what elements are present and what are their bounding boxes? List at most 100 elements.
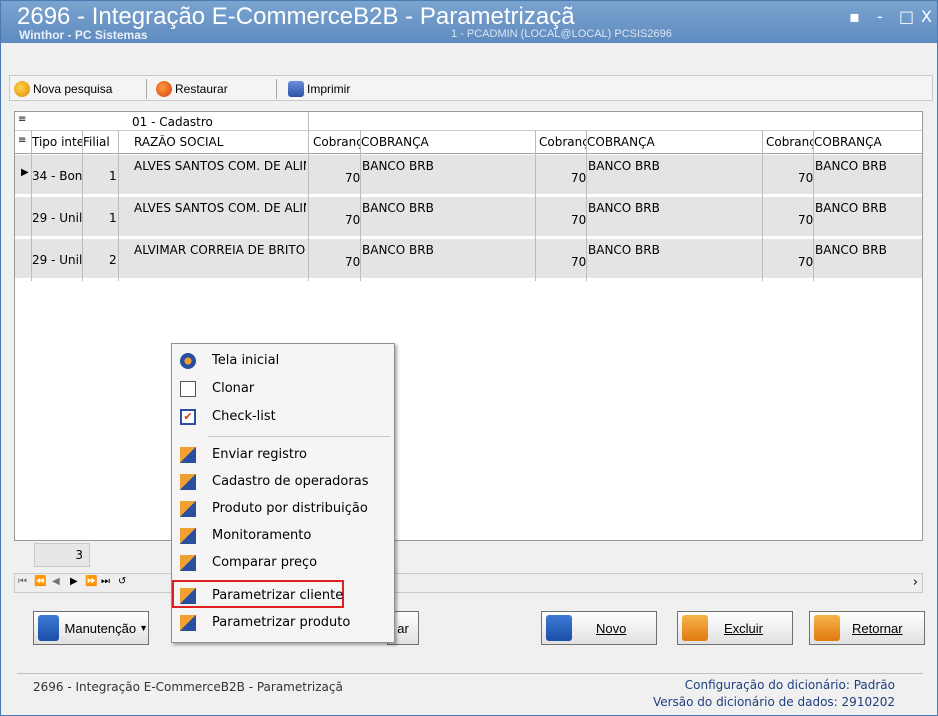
column-header[interactable]: COBRANÇA [814, 135, 914, 149]
restore-window-icon[interactable]: ▪ [849, 7, 860, 26]
band-header: ≡ 01 - Cadastro [15, 112, 922, 131]
excluir-label: Excluir [724, 620, 764, 636]
menu-item-parametrizar-cliente[interactable]: Parametrizar cliente [172, 580, 392, 609]
menu-item-label: Enviar registro [212, 447, 308, 462]
column-header[interactable]: Tipo inte [32, 135, 82, 149]
menu-item-label: Comparar preço [212, 555, 318, 570]
prev-record-icon[interactable]: ◀ [52, 576, 60, 587]
novo-button[interactable]: Novo [541, 611, 657, 645]
trash-icon [682, 615, 708, 641]
toolbar: Nova pesquisa Restaurar Imprimir [9, 75, 933, 101]
refresh-icon[interactable]: ↺ [118, 576, 126, 587]
close-button[interactable]: X [921, 7, 932, 26]
cell-filial[interactable]: 1 [109, 211, 117, 225]
cell-cobranca-code[interactable]: 70 [798, 255, 813, 269]
cell-filial[interactable]: 2 [109, 253, 117, 267]
print-button[interactable]: Imprimir [288, 79, 350, 99]
cell-cobranca-code[interactable]: 70 [798, 213, 813, 227]
column-header[interactable]: Cobranç [539, 135, 587, 149]
cell-cobranca-code[interactable]: 70 [571, 213, 586, 227]
restore-button[interactable]: Restaurar [156, 79, 228, 99]
first-record-icon[interactable]: ⏮ [18, 576, 27, 587]
last-record-icon[interactable]: ⏭ [101, 576, 110, 587]
menu-item-comparar-preco[interactable]: Comparar preço [174, 550, 392, 576]
menu-item-parametrizar-produto[interactable]: Parametrizar produto [174, 610, 392, 636]
prev-page-icon[interactable]: ⏪ [34, 576, 46, 587]
dropdown-arrow-icon[interactable]: ▼ [139, 623, 148, 633]
menu-item-monitoramento[interactable]: Monitoramento [174, 523, 392, 549]
table-row[interactable]: ▶ 34 - Bon 1 ALVES SANTOS COM. DE ALIN 7… [15, 155, 922, 195]
cell-razao-social[interactable]: ALVIMAR CORREIA DE BRITO [134, 243, 306, 257]
grid-line [813, 131, 814, 281]
restore-icon [156, 81, 172, 97]
window-subtitle: Winthor - PC Sistemas [19, 28, 148, 42]
menu-separator [208, 436, 390, 437]
column-chooser-icon[interactable]: ≡ [18, 135, 26, 146]
next-page-icon[interactable]: ⏩ [85, 576, 97, 587]
dict-version: Versão do dicionário de dados: 2910202 [653, 695, 895, 709]
manutencao-button[interactable]: Manutenção ▼ [33, 611, 149, 645]
cell-cobranca-code[interactable]: 70 [571, 255, 586, 269]
table-row[interactable]: 29 - Unil 2 ALVIMAR CORREIA DE BRITO 70 … [15, 239, 922, 279]
cell-tipo[interactable]: 34 - Bon [32, 169, 82, 183]
retornar-label: Retornar [852, 620, 903, 636]
column-header[interactable]: COBRANÇA [361, 135, 531, 149]
title-bar[interactable]: 2696 - Integração E-CommerceB2B - Parame… [1, 1, 937, 43]
scroll-right-icon[interactable]: › [913, 575, 918, 590]
cell-cobranca[interactable]: BANCO BRB [588, 243, 660, 257]
cell-cobranca[interactable]: BANCO BRB [815, 201, 887, 215]
column-header[interactable]: Cobranç [313, 135, 361, 149]
cell-cobranca[interactable]: BANCO BRB [588, 159, 660, 173]
maximize-button[interactable]: □ [899, 7, 914, 26]
clone-icon [180, 381, 196, 397]
cell-cobranca[interactable]: BANCO BRB [362, 201, 434, 215]
table-row[interactable]: 29 - Unil 1 ALVES SANTOS COM. DE ALIN 70… [15, 197, 922, 237]
minimize-button[interactable]: - [877, 7, 883, 26]
column-header[interactable]: Filial [83, 135, 117, 149]
cell-cobranca-code[interactable]: 70 [345, 171, 360, 185]
cell-tipo[interactable]: 29 - Unil [32, 211, 82, 225]
cell-cobranca-code[interactable]: 70 [345, 213, 360, 227]
cell-cobranca[interactable]: BANCO BRB [362, 159, 434, 173]
cell-cobranca-code[interactable]: 70 [345, 255, 360, 269]
menu-item-check-list[interactable]: ✔ Check-list [174, 404, 392, 430]
new-search-button[interactable]: Nova pesquisa [14, 79, 112, 99]
column-header[interactable]: COBRANÇA [587, 135, 757, 149]
cell-cobranca-code[interactable]: 70 [798, 171, 813, 185]
cell-cobranca[interactable]: BANCO BRB [588, 201, 660, 215]
menu-item-cadastro-operadoras[interactable]: Cadastro de operadoras [174, 469, 392, 495]
menu-item-label: Check-list [212, 409, 276, 424]
cell-tipo[interactable]: 29 - Unil [32, 253, 82, 267]
column-header[interactable]: RAZÃO SOCIAL [134, 135, 304, 149]
cell-cobranca[interactable]: BANCO BRB [815, 159, 887, 173]
cell-razao-social[interactable]: ALVES SANTOS COM. DE ALIN [134, 201, 306, 215]
data-grid[interactable]: ≡ 01 - Cadastro ≡ Tipo inte Filial RAZÃO… [14, 111, 923, 541]
next-record-icon[interactable]: ▶ [70, 576, 78, 587]
menu-item-clonar[interactable]: Clonar [174, 376, 392, 402]
grid-options-icon[interactable]: ≡ [18, 114, 26, 125]
cell-razao-social[interactable]: ALVES SANTOS COM. DE ALIN [134, 159, 306, 173]
folder-icon [180, 447, 196, 463]
folder-icon [180, 555, 196, 571]
grid-line [586, 131, 587, 281]
app-window: 2696 - Integração E-CommerceB2B - Parame… [0, 0, 938, 716]
status-bar: 2696 - Integração E-CommerceB2B - Parame… [17, 673, 923, 713]
column-header[interactable]: Cobranç [766, 135, 814, 149]
menu-item-enviar-registro[interactable]: Enviar registro [174, 442, 392, 468]
folder-icon [180, 501, 196, 517]
checklist-icon: ✔ [180, 409, 196, 425]
dict-version-value: 2910202 [841, 695, 895, 709]
retornar-button[interactable]: Retornar [809, 611, 925, 645]
cell-cobranca-code[interactable]: 70 [571, 171, 586, 185]
menu-item-tela-inicial[interactable]: Tela inicial [174, 348, 392, 374]
grid-line [118, 131, 119, 281]
folder-icon [180, 474, 196, 490]
cell-cobranca[interactable]: BANCO BRB [815, 243, 887, 257]
back-arrow-icon [814, 615, 840, 641]
cell-filial[interactable]: 1 [109, 169, 117, 183]
toolbar-divider [146, 79, 147, 99]
grid-line [308, 112, 309, 131]
menu-item-produto-distribuicao[interactable]: Produto por distribuição [174, 496, 392, 522]
excluir-button[interactable]: Excluir [677, 611, 793, 645]
cell-cobranca[interactable]: BANCO BRB [362, 243, 434, 257]
